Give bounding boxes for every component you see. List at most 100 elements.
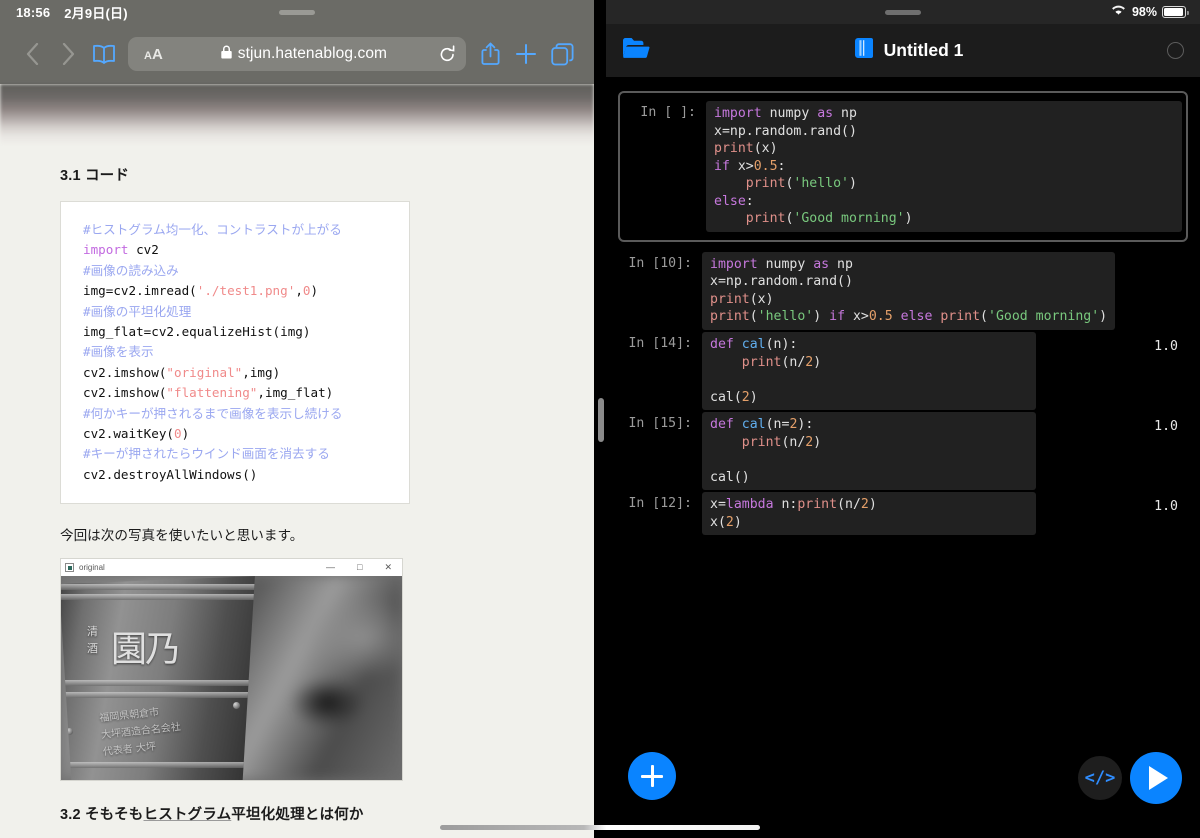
home-indicator[interactable] — [440, 825, 760, 830]
code-line: img=cv2.imread( — [83, 283, 197, 299]
code-token: as — [817, 106, 834, 121]
code-token: def — [710, 417, 734, 433]
code-line: ) — [310, 283, 319, 299]
multitask-grabber-left[interactable] — [279, 10, 315, 15]
code-token: 'hello' — [793, 176, 849, 192]
code-token: import — [714, 106, 762, 121]
new-tab-button[interactable] — [508, 36, 544, 72]
tabs-overview-button[interactable] — [544, 36, 580, 72]
code-token: cal — [741, 417, 766, 433]
code-line: ) — [325, 385, 334, 401]
window-title-bar: original — □ ✕ — [61, 559, 402, 576]
photo-kanji-big: 園乃 — [111, 629, 181, 671]
jupyter-pane: 98% Untitled 1 In [ ]: import numpy as n… — [606, 0, 1200, 838]
code-token: (n/ — [837, 497, 861, 513]
cell-source[interactable]: def cal(n=2): print(n/2) cal() — [702, 412, 1037, 491]
notebook-cell[interactable]: In [15]: def cal(n=2): print(n/2) cal() … — [606, 412, 1200, 491]
code-token: ( — [749, 309, 758, 325]
notebook-icon — [854, 37, 874, 64]
notebook-cell[interactable]: In [10]: import numpy as np x=np.random.… — [606, 251, 1200, 331]
code-line: ) — [272, 364, 281, 380]
code-token: x= — [710, 497, 726, 513]
status-clock: 18:56 — [16, 4, 51, 20]
heading-link[interactable]: ヒストグラム — [144, 807, 232, 823]
code-token: print — [741, 354, 782, 370]
folder-open-icon[interactable] — [622, 37, 650, 64]
code-token: ) — [1099, 309, 1108, 325]
cell-prompt: In [ ]: — [640, 105, 696, 120]
code-line: cv2.waitKey( — [83, 425, 174, 441]
code-number: 0 — [302, 283, 311, 299]
cell-source[interactable]: import numpy as np x=np.random.rand() pr… — [702, 251, 1116, 331]
notebook-cell[interactable]: In [ ]: import numpy as np x=np.random.r… — [618, 91, 1188, 242]
multitask-grabber-right[interactable] — [885, 10, 921, 15]
photo-can: 清 酒 園乃 福岡県朝倉市 大坪酒造合名会社 代表者 大坪 — [61, 576, 255, 781]
page-scroll-fade — [0, 84, 594, 146]
text-size-button[interactable]: AAAA — [138, 46, 169, 63]
add-cell-button[interactable] — [628, 752, 676, 800]
code-token: ) — [733, 514, 742, 530]
split-view-divider[interactable] — [594, 0, 606, 838]
code-token: print — [741, 434, 782, 450]
photo-kanji-small: 清 酒 — [87, 625, 98, 655]
cell-source[interactable]: x=lambda n:print(n/2) x(2) — [702, 492, 1037, 536]
heading-prefix: 3.2 そもそも — [60, 807, 144, 824]
code-line: #画像の平坦化処理 — [83, 303, 192, 319]
code-token: numpy — [757, 256, 814, 272]
code-token: print — [940, 309, 981, 325]
forward-button[interactable] — [50, 36, 86, 72]
code-token: else — [900, 309, 933, 325]
screen: 18:56 2月9日(日) AAAA stjun.hatenablog.c — [0, 0, 1200, 838]
notebook-cell[interactable]: In [12]: x=lambda n:print(n/2) x(2) 1.0 — [606, 492, 1200, 536]
cell-prompt: In [12]: — [628, 496, 692, 512]
reload-icon[interactable] — [439, 44, 456, 64]
notebook-cells: In [ ]: import numpy as np x=np.random.r… — [606, 77, 1200, 838]
page-heading-3-2: 3.2 そもそもヒストグラム平坦化処理とは何か — [60, 803, 554, 824]
status-date: 2月9日(日) — [64, 5, 128, 21]
code-token: ) — [749, 389, 758, 405]
play-icon — [1149, 766, 1168, 790]
code-token: ) — [868, 497, 877, 513]
kernel-status-circle-icon[interactable] — [1167, 42, 1184, 59]
blog-paragraph: 今回は次の写真を使いたいと思います。 — [60, 528, 304, 544]
maximize-icon: □ — [357, 562, 363, 573]
cell-source[interactable]: import numpy as np x=np.random.rand() pr… — [706, 101, 1182, 232]
battery-icon — [1162, 6, 1189, 18]
split-view-handle[interactable] — [598, 398, 604, 442]
code-line: img_flat=cv2.equalizeHist(img) — [83, 323, 311, 339]
code-token: 'Good morning' — [988, 309, 1100, 325]
cell-source[interactable]: def cal(n): print(n/2) cal(2) — [702, 332, 1037, 411]
plus-icon — [641, 765, 663, 787]
share-button[interactable] — [472, 36, 508, 72]
blog-code-text: #ヒストグラム均一化、コントラストが上がる import cv2 #画像の読み込… — [83, 220, 387, 485]
back-button[interactable] — [14, 36, 50, 72]
code-token: ) — [849, 176, 857, 192]
code-line: cv2.destroyAllWindows() — [83, 466, 258, 482]
minimize-icon: — — [326, 562, 336, 573]
code-token: cal() — [710, 469, 750, 485]
code-line: #ヒストグラム均一化、コントラストが上がる — [83, 222, 342, 237]
notebook-title[interactable]: Untitled 1 — [884, 40, 964, 61]
code-line: #キーが押されたらウインド画面を消去する — [83, 446, 330, 462]
code-token: x( — [710, 514, 726, 530]
code-line: cv2 — [128, 242, 159, 258]
notebook-title-group: Untitled 1 — [650, 37, 1167, 64]
code-token: 0.5 — [868, 309, 893, 325]
toggle-code-button[interactable]: </> — [1078, 756, 1122, 800]
code-token: (n): — [765, 337, 798, 353]
run-cell-button[interactable] — [1130, 752, 1182, 804]
cell-prompt: In [10]: — [628, 255, 692, 271]
bookmarks-button[interactable] — [86, 36, 122, 72]
code-token: else — [714, 193, 746, 209]
code-token: 2 — [741, 389, 750, 405]
code-token: print — [714, 141, 754, 157]
code-token: x=np.random.rand() — [714, 123, 857, 139]
output-line: 1.0 — [1154, 499, 1178, 515]
address-bar[interactable]: AAAA stjun.hatenablog.com — [128, 37, 466, 71]
notebook-cell[interactable]: In [14]: def cal(n): print(n/2) cal(2) 1… — [606, 332, 1200, 411]
code-line: #何かキーが押されるまで画像を表示し続ける — [83, 405, 343, 421]
photo-rivet — [233, 702, 240, 710]
